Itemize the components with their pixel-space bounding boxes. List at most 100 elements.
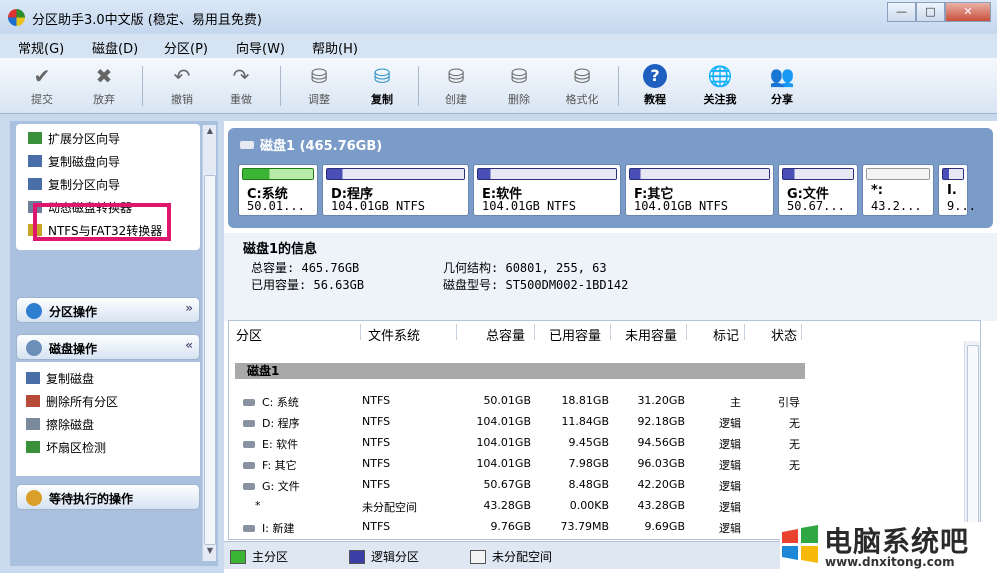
cell-flag: 逻辑 [719,501,741,514]
resize-button[interactable]: ⛁ 调整 [294,62,344,110]
toolbar-divider [280,66,281,106]
cell-name: * [243,499,261,512]
cell-free: 31.20GB [637,394,685,407]
wizard-copy-partition[interactable]: 复制分区向导 [28,176,120,193]
col-partition[interactable]: 分区 [236,325,262,344]
cell-flag: 逻辑 [719,522,741,535]
op-copy-disk[interactable]: 复制磁盘 [26,370,94,387]
partition-box[interactable]: I. 9... [938,164,976,216]
globe-icon: 🌐 [707,64,733,88]
cell-status: 无 [789,459,800,472]
col-status[interactable]: 状态 [771,325,797,344]
menu-disk[interactable]: 磁盘(D) [92,38,138,57]
toolbar-divider [618,66,619,106]
cell-flag: 逻辑 [719,417,741,430]
scroll-up-icon[interactable]: ▲ [204,126,216,140]
share-button[interactable]: 👥 分享 [757,62,807,110]
check-sector-icon [26,441,40,453]
drive-icon [243,525,255,532]
scroll-down-icon[interactable]: ▼ [204,546,216,560]
cell-total: 9.76GB [490,520,531,533]
col-total[interactable]: 总容量 [486,325,525,344]
disk-ops-header[interactable]: 磁盘操作 « [16,334,200,360]
scroll-thumb[interactable] [204,175,216,545]
watermark-url: www.dnxitong.com [825,555,955,569]
partition-usage-fill [943,169,963,179]
wizard-copy-disk[interactable]: 复制磁盘向导 [28,153,120,170]
cell-used: 0.00KB [569,499,609,512]
menu-help[interactable]: 帮助(H) [312,38,358,57]
pending-icon [26,490,42,506]
drive-icon [243,420,255,427]
close-button[interactable]: ✕ [945,2,991,22]
table-row[interactable]: D: 程序 NTFS 104.01GB 11.84GB 92.18GB 逻辑 无 [229,412,969,432]
menu-partition[interactable]: 分区(P) [164,38,208,57]
wizard-extend-partition[interactable]: 扩展分区向导 [28,130,120,147]
partition-box[interactable]: D:程序 104.01GB NTFS [322,164,469,216]
cell-name: C: 系统 [243,394,299,410]
table-row[interactable]: * 未分配空间 43.28GB 0.00KB 43.28GB 逻辑 [229,496,969,516]
disk-group-row[interactable]: 磁盘1 [235,363,805,379]
partition-box[interactable]: *: 43.2... [862,164,934,216]
op-delete-all-partitions[interactable]: 删除所有分区 [26,393,118,410]
partition-box[interactable]: G:文件 50.67... [778,164,858,216]
cell-free: 42.20GB [637,478,685,491]
wizard-icon [28,132,42,144]
chevron-down-icon: » [185,301,193,315]
cell-free: 43.28GB [637,499,685,512]
menu-general[interactable]: 常规(G) [18,38,64,57]
scroll-thumb[interactable] [967,345,979,535]
partition-box[interactable]: C:系统 50.01... [238,164,318,216]
copy-button[interactable]: ⛁ 复制 [357,62,407,110]
partition-size: 50.67... [787,199,845,213]
table-row[interactable]: F: 其它 NTFS 104.01GB 7.98GB 96.03GB 逻辑 无 [229,454,969,474]
undo-button[interactable]: ↶ 撤销 [157,62,207,110]
menu-wizard[interactable]: 向导(W) [236,38,285,57]
cell-status: 无 [789,417,800,430]
cell-fs: NTFS [362,478,391,491]
partition-usage-bar [326,168,465,180]
partition-box[interactable]: F:其它 104.01GB NTFS [625,164,774,216]
drive-icon [243,441,255,448]
table-scrollbar[interactable] [964,341,980,539]
col-filesystem[interactable]: 文件系统 [368,325,420,344]
redo-button[interactable]: ↷ 重做 [216,62,266,110]
create-button[interactable]: ⛁ 创建 [431,62,481,110]
col-flag[interactable]: 标记 [713,325,739,344]
table-row[interactable]: E: 软件 NTFS 104.01GB 9.45GB 94.56GB 逻辑 无 [229,433,969,453]
highlight-annotation [33,203,171,241]
partition-size: 104.01GB NTFS [634,199,728,213]
discard-button[interactable]: ✖ 放弃 [79,62,129,110]
partition-usage-bar [629,168,770,180]
drive-icon [243,483,255,490]
table-row[interactable]: C: 系统 NTFS 50.01GB 18.81GB 31.20GB 主 引导 [229,391,969,411]
delete-button[interactable]: ⛁ 删除 [494,62,544,110]
cell-total: 50.01GB [483,394,531,407]
partition-ops-header[interactable]: 分区操作 » [16,297,200,323]
format-button[interactable]: ⛁ 格式化 [557,62,607,110]
minimize-button[interactable]: — [887,2,916,22]
cell-fs: NTFS [362,457,391,470]
drive-icon [243,502,248,509]
follow-me-button[interactable]: 🌐 关注我 [695,62,745,110]
cell-status: 无 [789,438,800,451]
cell-total: 104.01GB [476,457,531,470]
pending-ops-header[interactable]: 等待执行的操作 [16,484,200,510]
maximize-button[interactable]: □ [916,2,945,22]
op-wipe-disk[interactable]: 擦除磁盘 [26,416,94,433]
legend-swatch [470,550,486,564]
submit-button[interactable]: ✔ 提交 [17,62,67,110]
cell-name: G: 文件 [243,478,300,494]
col-used[interactable]: 已用容量 [549,325,601,344]
cell-fs: NTFS [362,520,391,533]
op-bad-sector-check[interactable]: 坏扇区检测 [26,439,106,456]
table-row[interactable]: G: 文件 NTFS 50.67GB 8.48GB 42.20GB 逻辑 [229,475,969,495]
col-free[interactable]: 未用容量 [625,325,677,344]
cell-name: E: 软件 [243,436,298,452]
partition-label: E: 软件 [262,438,299,451]
tutorial-button[interactable]: ? 教程 [630,62,680,110]
partition-usage-bar [242,168,314,180]
sidebar-scrollbar[interactable]: ▲ ▼ [202,125,216,561]
cell-name: D: 程序 [243,415,300,431]
partition-box[interactable]: E:软件 104.01GB NTFS [473,164,621,216]
